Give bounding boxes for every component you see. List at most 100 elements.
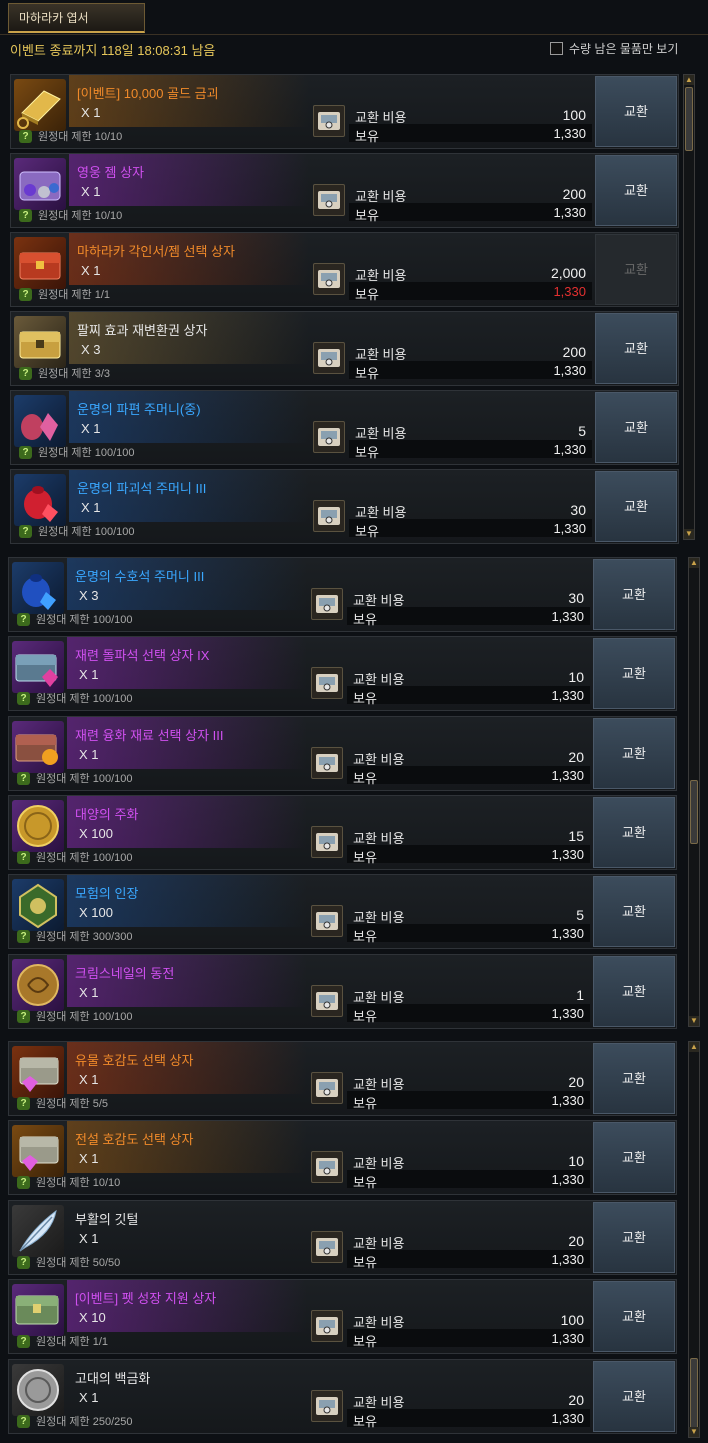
seal-icon[interactable] <box>12 879 64 931</box>
exchange-button[interactable]: 교환 <box>593 1202 675 1273</box>
tab-maharaka-postcard[interactable]: 마하라카 엽서 <box>8 3 145 33</box>
exchange-row: 마하라카 각인서/젬 선택 상자 X 1 ? 원정대 제한 1/1 교환 비용 … <box>10 232 679 307</box>
postcard-currency-icon[interactable] <box>311 985 343 1017</box>
own-value: 1,330 <box>551 1172 584 1187</box>
exchange-button[interactable]: 교환 <box>593 1281 675 1352</box>
own-label: 보유 <box>355 208 379 223</box>
help-icon[interactable]: ? <box>17 1255 30 1269</box>
help-icon[interactable]: ? <box>19 129 32 143</box>
scroll-down-icon[interactable]: ▼ <box>684 529 694 539</box>
exchange-button[interactable]: 교환 <box>593 876 675 947</box>
exchange-button[interactable]: 교환 <box>593 638 675 709</box>
help-icon[interactable]: ? <box>19 445 32 459</box>
postcard-currency-icon[interactable] <box>313 421 345 453</box>
exchange-button[interactable]: 교환 <box>595 155 677 226</box>
exchange-row: 유물 호감도 선택 상자 X 1 ? 원정대 제한 5/5 교환 비용 20 보… <box>8 1041 677 1116</box>
help-icon[interactable]: ? <box>17 929 30 943</box>
exchange-button[interactable]: 교환 <box>593 1361 675 1432</box>
postcard-currency-icon[interactable] <box>313 263 345 295</box>
shard-pouch-icon[interactable] <box>14 395 66 447</box>
silver-chest-icon[interactable] <box>12 1125 64 1177</box>
help-icon[interactable]: ? <box>19 208 32 222</box>
exchange-button[interactable]: 교환 <box>595 471 677 542</box>
scroll-thumb[interactable] <box>685 87 693 151</box>
orange-gem-chest-icon[interactable] <box>12 721 64 773</box>
own-value: 1,330 <box>553 205 586 220</box>
postcard-currency-icon[interactable] <box>311 826 343 858</box>
silver-coin-icon[interactable] <box>12 1364 64 1416</box>
scroll-thumb[interactable] <box>690 780 698 844</box>
exchange-button[interactable]: 교환 <box>593 559 675 630</box>
purchase-limit: ? 원정대 제한 300/300 <box>17 927 132 945</box>
limit-text: 원정대 제한 1/1 <box>38 289 111 301</box>
postcard-currency-icon[interactable] <box>311 1151 343 1183</box>
own-label: 보유 <box>355 287 379 302</box>
item-name: 영웅 젬 상자 <box>77 165 145 180</box>
postcard-currency-icon[interactable] <box>311 588 343 620</box>
postcard-currency-icon[interactable] <box>311 1310 343 1342</box>
help-icon[interactable]: ? <box>17 612 30 626</box>
red-chest-icon[interactable] <box>14 237 66 289</box>
postcard-currency-icon[interactable] <box>313 500 345 532</box>
exchange-button[interactable]: 교환 <box>595 76 677 147</box>
exchange-button[interactable]: 교환 <box>593 1122 675 1193</box>
scroll-down-icon[interactable]: ▼ <box>689 1016 699 1026</box>
scroll-thumb[interactable] <box>690 1358 698 1430</box>
purchase-limit: ? 원정대 제한 5/5 <box>17 1094 108 1112</box>
green-chest-icon[interactable] <box>12 1284 64 1336</box>
help-icon[interactable]: ? <box>17 691 30 705</box>
postcard-currency-icon[interactable] <box>311 905 343 937</box>
exchange-button[interactable]: 교환 <box>593 797 675 868</box>
gold-bar-icon[interactable] <box>14 79 66 131</box>
scroll-up-icon[interactable]: ▲ <box>689 1042 699 1052</box>
exchange-button[interactable]: 교환 <box>593 1043 675 1114</box>
scroll-up-icon[interactable]: ▲ <box>684 75 694 85</box>
scrollbar[interactable]: ▲ ▼ <box>688 1041 700 1438</box>
limit-text: 원정대 제한 100/100 <box>36 1011 133 1023</box>
purchase-limit: ? 원정대 제한 100/100 <box>17 769 132 787</box>
scroll-down-icon[interactable]: ▼ <box>689 1427 699 1437</box>
remaining-only-checkbox[interactable] <box>550 42 563 55</box>
scrollbar[interactable]: ▲ ▼ <box>683 74 695 540</box>
exchange-button[interactable]: 교환 <box>595 392 677 463</box>
bronze-coin-icon[interactable] <box>12 959 64 1011</box>
postcard-currency-icon[interactable] <box>313 342 345 374</box>
own-value: 1,330 <box>551 1411 584 1426</box>
scroll-up-icon[interactable]: ▲ <box>689 558 699 568</box>
postcard-currency-icon[interactable] <box>313 105 345 137</box>
gem-chest-icon[interactable] <box>14 158 66 210</box>
help-icon[interactable]: ? <box>17 1175 30 1189</box>
help-icon[interactable]: ? <box>17 771 30 785</box>
cost-value: 15 <box>568 828 584 844</box>
postcard-currency-icon[interactable] <box>311 1390 343 1422</box>
postcard-currency-icon[interactable] <box>313 184 345 216</box>
gold-chest-icon[interactable] <box>14 316 66 368</box>
own-label: 보유 <box>353 1334 377 1349</box>
postcard-currency-icon[interactable] <box>311 667 343 699</box>
item-name: 대양의 주화 <box>75 807 139 822</box>
help-icon[interactable]: ? <box>17 850 30 864</box>
exchange-row: 재련 돌파석 선택 상자 IX X 1 ? 원정대 제한 100/100 교환 … <box>8 636 677 711</box>
remaining-only-filter[interactable]: 수량 남은 물품만 보기 <box>550 40 678 57</box>
help-icon[interactable]: ? <box>17 1096 30 1110</box>
red-pouch-icon[interactable] <box>14 474 66 526</box>
exchange-button[interactable]: 교환 <box>593 718 675 789</box>
purchase-limit: ? 원정대 제한 100/100 <box>17 610 132 628</box>
postcard-currency-icon[interactable] <box>311 1072 343 1104</box>
help-icon[interactable]: ? <box>19 287 32 301</box>
crystal-chest-icon[interactable] <box>12 641 64 693</box>
help-icon[interactable]: ? <box>17 1009 30 1023</box>
exchange-button[interactable]: 교환 <box>595 313 677 384</box>
postcard-currency-icon[interactable] <box>311 747 343 779</box>
help-icon[interactable]: ? <box>19 366 32 380</box>
help-icon[interactable]: ? <box>17 1334 30 1348</box>
help-icon[interactable]: ? <box>19 524 32 538</box>
scrollbar[interactable]: ▲ ▼ <box>688 557 700 1027</box>
silver-chest-icon[interactable] <box>12 1046 64 1098</box>
exchange-button[interactable]: 교환 <box>593 956 675 1027</box>
help-icon[interactable]: ? <box>17 1414 30 1428</box>
postcard-currency-icon[interactable] <box>311 1231 343 1263</box>
gold-coin-icon[interactable] <box>12 800 64 852</box>
blue-pouch-icon[interactable] <box>12 562 64 614</box>
feather-icon[interactable] <box>12 1205 64 1257</box>
